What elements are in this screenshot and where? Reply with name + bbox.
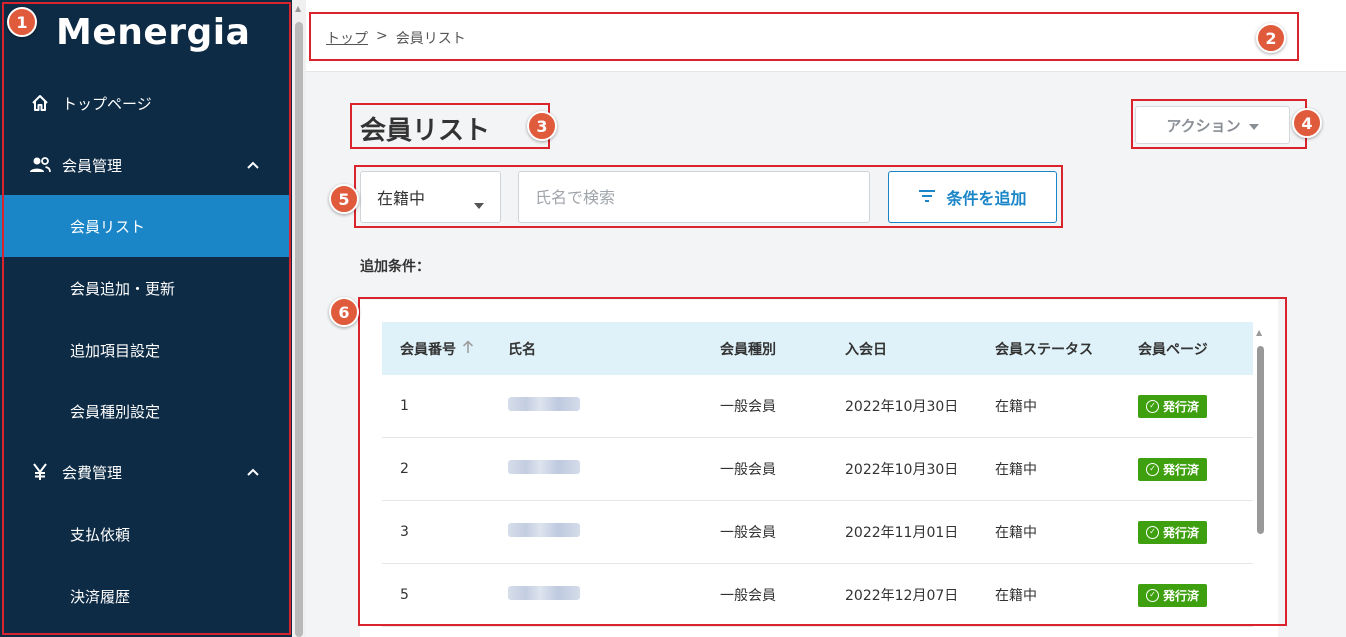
annotation-marker-1: 1 [7,7,37,37]
conditions-label: 追加条件： [360,259,430,275]
annotation-box-4 [1131,99,1307,149]
annotation-box-3 [350,103,550,149]
annotation-box-2 [309,12,1299,61]
annotation-box-5 [354,165,1063,228]
scroll-up-arrow-icon[interactable]: ▲ [295,4,301,13]
annotation-marker-2: 2 [1256,23,1286,53]
scrollbar-thumb[interactable] [295,22,303,637]
page-scrollbar[interactable]: ▲ [292,0,306,637]
annotation-marker-5: 5 [329,184,359,214]
annotation-marker-4: 4 [1292,108,1322,138]
annotation-marker-6: 6 [329,297,359,327]
annotation-box-1 [2,2,291,635]
annotation-marker-3: 3 [527,111,557,141]
annotation-box-6 [358,297,1287,626]
